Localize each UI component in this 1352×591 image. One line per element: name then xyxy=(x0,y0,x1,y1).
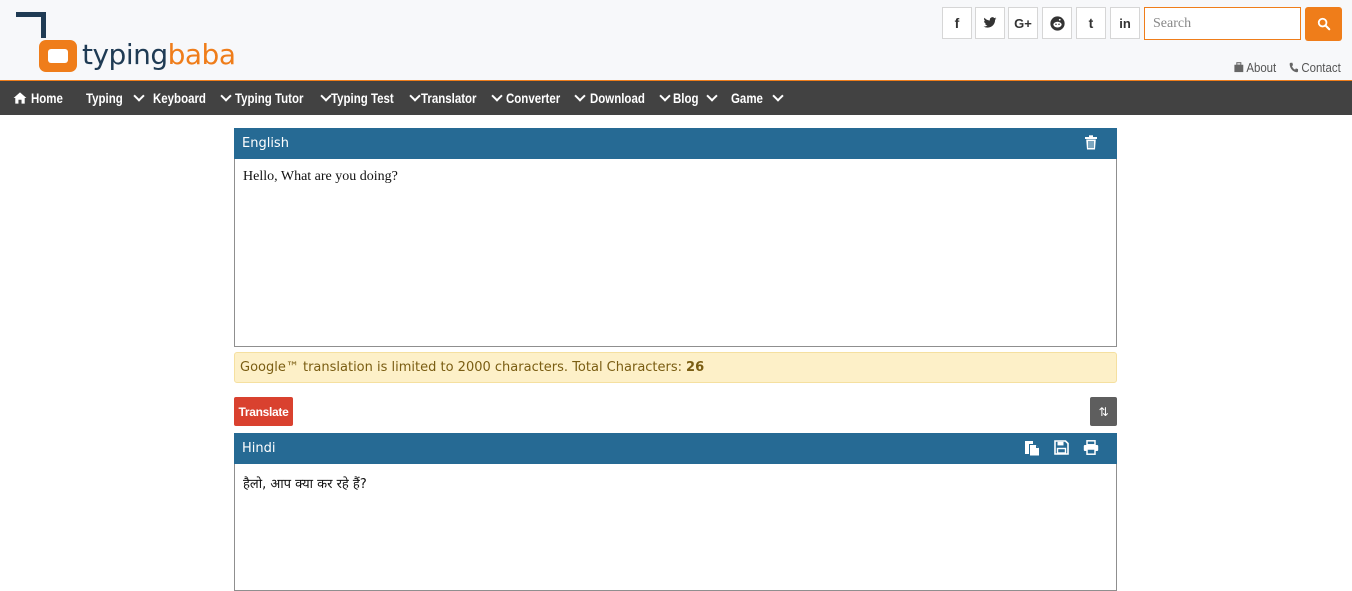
nav-keyboard[interactable]: Keyboard xyxy=(153,81,232,115)
nav-typing-tutor[interactable]: Typing Tutor xyxy=(235,81,333,115)
google-plus-icon: G+ xyxy=(1014,15,1032,31)
save-icon xyxy=(1054,440,1069,455)
tumblr-link[interactable]: t xyxy=(1076,7,1106,39)
main-nav: Home Typing Keyboard Typing Tutor Typing… xyxy=(0,80,1352,115)
translate-button[interactable]: Translate xyxy=(234,397,293,426)
print-button[interactable] xyxy=(1083,440,1099,456)
chevron-down-icon xyxy=(772,90,784,102)
chevron-down-icon xyxy=(491,90,503,102)
facebook-icon: f xyxy=(954,15,960,31)
twitter-link[interactable] xyxy=(975,7,1005,39)
character-limit-notice: Google™ translation is limited to 2000 c… xyxy=(234,352,1117,383)
twitter-icon xyxy=(983,17,997,28)
nav-typing[interactable]: Typing xyxy=(86,81,145,115)
chevron-down-icon xyxy=(409,90,422,102)
briefcase-icon xyxy=(1234,62,1244,73)
nav-translator[interactable]: Translator xyxy=(421,81,503,115)
swap-languages-button[interactable]: ⇅ xyxy=(1090,397,1117,426)
source-language-label: English xyxy=(242,136,289,151)
about-link[interactable]: About xyxy=(1234,60,1276,75)
home-icon xyxy=(13,92,27,104)
phone-icon xyxy=(1289,62,1299,73)
copy-icon xyxy=(1025,441,1039,456)
print-icon xyxy=(1083,440,1099,455)
clear-button[interactable] xyxy=(1084,135,1100,151)
search-icon xyxy=(1317,17,1330,31)
contact-link[interactable]: Contact xyxy=(1289,60,1341,75)
nav-game[interactable]: Game xyxy=(731,81,784,115)
target-panel-header: Hindi xyxy=(234,433,1117,464)
chevron-down-icon xyxy=(219,90,232,102)
chevron-down-icon xyxy=(706,90,718,102)
linkedin-link[interactable]: in xyxy=(1110,7,1140,39)
facebook-link[interactable]: f xyxy=(942,7,972,39)
linkedin-icon: in xyxy=(1119,15,1131,31)
trash-icon xyxy=(1085,135,1097,150)
tumblr-icon: t xyxy=(1088,15,1094,31)
search-input[interactable] xyxy=(1144,7,1301,40)
target-textarea[interactable]: हैलो, आप क्या कर रहे हैं? xyxy=(234,464,1117,591)
nav-download[interactable]: Download xyxy=(590,81,671,115)
swap-icon: ⇅ xyxy=(1098,404,1109,419)
chevron-down-icon xyxy=(133,90,145,102)
nav-blog[interactable]: Blog xyxy=(673,81,718,115)
source-panel-header: English xyxy=(234,128,1117,159)
site-header: typingbaba f G+ t in About Contact xyxy=(0,0,1352,80)
reddit-icon xyxy=(1049,15,1065,31)
save-button[interactable] xyxy=(1054,440,1070,456)
logo-wordmark: typingbaba xyxy=(82,38,236,71)
chevron-down-icon xyxy=(659,90,671,102)
chevron-down-icon xyxy=(574,90,586,102)
source-textarea[interactable]: Hello, What are you doing? xyxy=(234,159,1117,347)
nav-typing-test[interactable]: Typing Test xyxy=(331,81,422,115)
nav-home[interactable]: Home xyxy=(13,81,70,115)
target-language-label: Hindi xyxy=(242,441,276,456)
site-logo[interactable]: typingbaba xyxy=(16,12,246,74)
nav-converter[interactable]: Converter xyxy=(506,81,586,115)
search-button[interactable] xyxy=(1305,7,1342,41)
character-count: 26 xyxy=(686,360,705,375)
copy-button[interactable] xyxy=(1024,440,1040,456)
reddit-link[interactable] xyxy=(1042,7,1072,39)
google-plus-link[interactable]: G+ xyxy=(1008,7,1038,39)
